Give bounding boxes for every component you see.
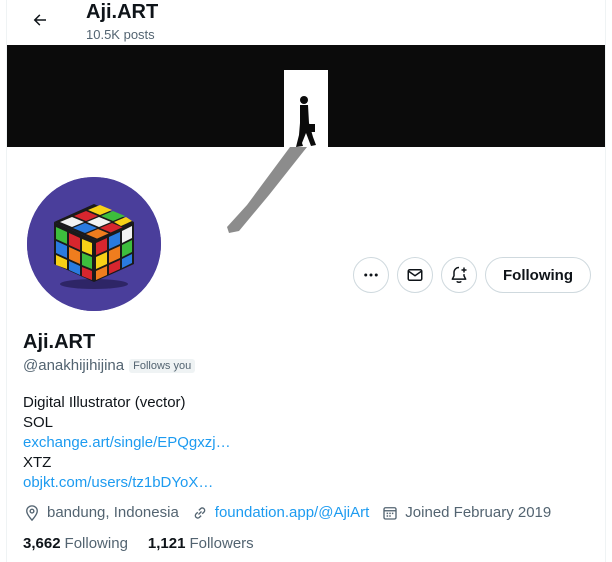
rubiks-cube-avatar-image [27, 177, 161, 311]
handle-row: @anakhijihijina Follows you [23, 357, 196, 374]
mail-icon [407, 269, 423, 281]
notifications-button[interactable] [441, 257, 477, 293]
back-button[interactable] [23, 6, 57, 34]
website-item[interactable]: foundation.app/@AjiArt [191, 503, 370, 523]
following-label: Following [64, 535, 128, 552]
followers-label: Followers [189, 535, 254, 552]
bio-line: Digital Illustrator (vector) [23, 394, 186, 411]
link-icon [194, 507, 206, 519]
joined-text: Joined February 2019 [405, 504, 552, 521]
followers-count-link[interactable]: 1,121 Followers [148, 535, 254, 552]
frame-border-right [605, 0, 606, 562]
header-title: Aji.ART [86, 1, 159, 23]
location-text: bandung, Indonesia [47, 504, 179, 521]
profile-name: Aji.ART [23, 331, 96, 353]
follow-counts: 3,662 Following 1,121 Followers [23, 535, 254, 552]
following-button[interactable]: Following [485, 257, 591, 293]
avatar[interactable] [27, 177, 161, 311]
arrow-left-icon [33, 14, 46, 26]
more-icon [364, 273, 378, 277]
more-button[interactable] [353, 257, 389, 293]
joined-item: Joined February 2019 [381, 503, 551, 523]
profile-handle: @anakhijihijina [23, 357, 125, 374]
location-pin-icon [26, 505, 38, 522]
profile-banner[interactable] [7, 45, 605, 233]
follows-you-badge: Follows you [129, 358, 196, 373]
followers-count: 1,121 [147, 535, 186, 552]
profile-header-bar: Aji.ART 10.5K posts [7, 0, 605, 45]
location-item: bandung, Indonesia [23, 503, 179, 523]
header-post-count: 10.5K posts [86, 27, 155, 42]
profile-meta: bandung, Indonesia foundation.app/@AjiAr… [23, 503, 563, 523]
calendar-icon [383, 507, 397, 520]
bell-plus-icon [451, 266, 467, 283]
profile-bio: Digital Illustrator (vector) SOL exchang… [23, 393, 583, 493]
website-link[interactable]: foundation.app/@AjiArt [215, 503, 370, 523]
message-button[interactable] [397, 257, 433, 293]
bio-link-exchange-art[interactable]: exchange.art/single/EPQgxzj… [23, 433, 583, 453]
bio-line: XTZ [23, 454, 52, 471]
following-count: 3,662 [23, 535, 61, 552]
bio-line: SOL [23, 414, 54, 431]
bio-link-objkt[interactable]: objkt.com/users/tz1bDYoX… [23, 473, 583, 493]
following-count-link[interactable]: 3,662 Following [23, 535, 128, 552]
